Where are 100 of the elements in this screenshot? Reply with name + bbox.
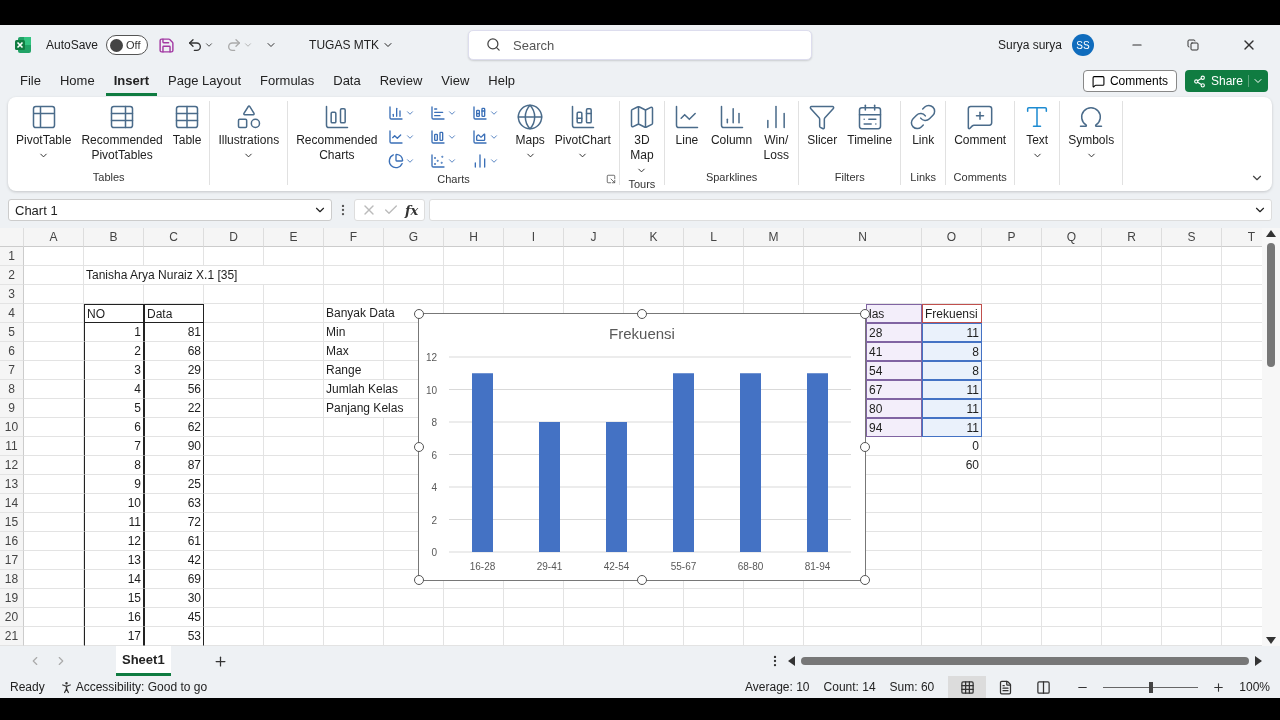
row-header[interactable]: 1	[0, 247, 24, 266]
ribbon-button[interactable]: Symbols	[1064, 101, 1119, 163]
row-header[interactable]: 2	[0, 266, 24, 285]
search-field[interactable]: Search	[468, 30, 812, 60]
row-header[interactable]: 6	[0, 342, 24, 361]
menu-tab[interactable]: Data	[325, 66, 369, 96]
formula-field[interactable]	[429, 199, 1272, 221]
resize-handle[interactable]	[860, 575, 870, 585]
row-header[interactable]: 16	[0, 532, 24, 551]
menu-tab[interactable]: Help	[480, 66, 524, 96]
header-letter[interactable]: R	[1102, 228, 1162, 247]
caret-icon	[446, 156, 457, 166]
header-letter[interactable]: L	[684, 228, 744, 247]
menu-tab[interactable]: Page Layout	[160, 66, 250, 96]
dialog-launcher-icon[interactable]	[605, 174, 616, 184]
ribbon-button[interactable]: Maps	[511, 101, 549, 163]
resize-handle[interactable]	[860, 442, 870, 452]
user-avatar[interactable]: SS	[1072, 34, 1094, 56]
header-letter[interactable]: T	[1222, 228, 1262, 247]
ribbon-button[interactable]: Comment	[950, 101, 1011, 150]
ribbon-button[interactable]: Recommended PivotTables	[77, 101, 167, 165]
header-letter[interactable]: P	[982, 228, 1042, 247]
page-icon	[997, 679, 1013, 695]
header-letter[interactable]: O	[922, 228, 982, 247]
header-letter[interactable]: I	[504, 228, 564, 247]
ribbon-button[interactable]: Text	[1019, 101, 1056, 163]
view-button[interactable]	[948, 676, 987, 698]
ribbon-button[interactable]: Table	[168, 101, 206, 150]
column-chart-icon	[429, 129, 446, 145]
row-header[interactable]: 14	[0, 494, 24, 513]
menu-tab[interactable]: Review	[371, 66, 431, 96]
header-letter[interactable]: N	[804, 228, 922, 247]
comments-button[interactable]: Comments	[1082, 70, 1177, 92]
ribbon-button[interactable]: Illustrations	[214, 101, 284, 163]
name-box[interactable]: Chart 1	[8, 199, 332, 221]
resize-handle[interactable]	[860, 309, 870, 319]
row-header[interactable]: 10	[0, 418, 24, 437]
header-letter[interactable]: F	[324, 228, 384, 247]
resize-handle[interactable]	[414, 442, 424, 452]
zoom-in-icon[interactable]	[1212, 680, 1226, 694]
row-header[interactable]: 7	[0, 361, 24, 380]
ribbon-button[interactable]: Link	[905, 101, 942, 150]
header-letter[interactable]: G	[384, 228, 444, 247]
ribbon-button[interactable]: PivotChart	[550, 101, 615, 163]
ribbon-button[interactable]: Win/ Loss	[758, 101, 795, 165]
resize-handle[interactable]	[414, 309, 424, 319]
autosave-toggle[interactable]: Off	[106, 35, 149, 55]
caret-icon	[204, 40, 215, 50]
sheet-tab[interactable]: Sheet1	[116, 646, 171, 676]
insert-function-button[interactable]: fx	[405, 202, 419, 218]
ribbon-button[interactable]: Column	[706, 101, 757, 150]
row-header[interactable]: 15	[0, 513, 24, 532]
table-cell: 12	[84, 532, 144, 551]
row-header[interactable]: 4	[0, 304, 24, 323]
header-letter[interactable]: S	[1162, 228, 1222, 247]
ribbon-button[interactable]: 3D Map	[623, 101, 660, 178]
menu-tab[interactable]: Home	[51, 66, 103, 96]
row-header[interactable]: 17	[0, 551, 24, 570]
table-cell: 69	[144, 570, 204, 589]
zoom-thumb[interactable]	[1148, 681, 1153, 693]
ribbon-button[interactable]: Slicer	[803, 101, 842, 150]
accessibility-status[interactable]: Accessibility: Good to go	[75, 680, 208, 694]
resize-handle[interactable]	[637, 309, 647, 319]
axis-label: 12	[425, 352, 437, 363]
row-header[interactable]: 13	[0, 475, 24, 494]
row-header[interactable]: 3	[0, 285, 24, 304]
resize-handle[interactable]	[637, 575, 647, 585]
row-header[interactable]: 21	[0, 627, 24, 646]
row-header[interactable]: 20	[0, 608, 24, 627]
ribbon-button[interactable]: PivotTable	[12, 101, 76, 163]
menu-tab[interactable]: File	[12, 66, 49, 96]
header-letter[interactable]: Q	[1042, 228, 1102, 247]
ribbon-button[interactable]: Line	[668, 101, 705, 150]
header-letter[interactable]: M	[744, 228, 804, 247]
row-header[interactable]: 18	[0, 570, 24, 589]
file-name-button[interactable]: TUGAS MTK	[305, 36, 399, 54]
row-header[interactable]: 19	[0, 589, 24, 608]
menu-tab[interactable]: Formulas	[252, 66, 323, 96]
row-header[interactable]: 5	[0, 323, 24, 342]
header-letter[interactable]: A	[24, 228, 84, 247]
table-cell: 54	[866, 361, 922, 380]
row-header[interactable]: 8	[0, 380, 24, 399]
share-button[interactable]: Share	[1184, 70, 1268, 92]
header-letter[interactable]: H	[444, 228, 504, 247]
menu-tab[interactable]: View	[433, 66, 478, 96]
row-header[interactable]: 9	[0, 399, 24, 418]
ribbon-button[interactable]: Timeline	[843, 101, 897, 150]
header-letter[interactable]: K	[624, 228, 684, 247]
header-letter[interactable]: B	[84, 228, 144, 247]
row-header[interactable]: 12	[0, 456, 24, 475]
table-cell: 30	[144, 589, 204, 608]
header-letter[interactable]: C	[144, 228, 204, 247]
ribbon-button[interactable]: Recommended Charts	[292, 101, 382, 165]
header-letter[interactable]: J	[564, 228, 624, 247]
spreadsheet-logo[interactable]	[14, 36, 32, 54]
resize-handle[interactable]	[414, 575, 424, 585]
vertical-scrollbar[interactable]	[1262, 228, 1280, 646]
row-header[interactable]: 11	[0, 437, 24, 456]
header-letter[interactable]: D	[204, 228, 264, 247]
header-letter[interactable]: E	[264, 228, 324, 247]
